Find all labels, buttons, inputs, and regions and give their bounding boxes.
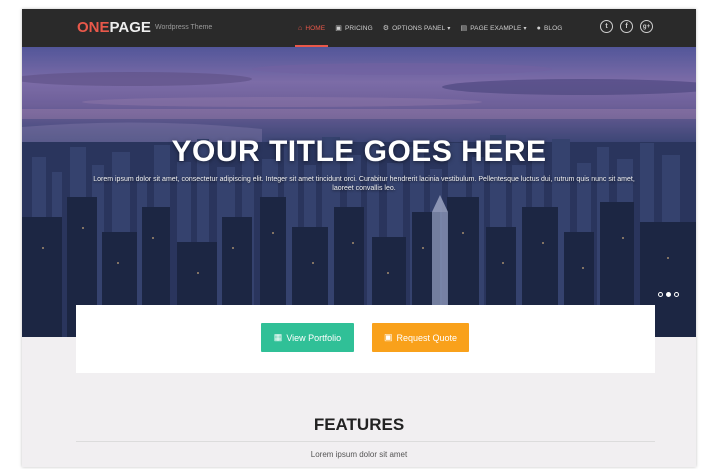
nav-item-blog[interactable]: ● BLOG — [532, 9, 568, 47]
view-portfolio-label: View Portfolio — [286, 332, 342, 343]
logo-one: ONE — [77, 19, 110, 36]
features-title: FEATURES — [313, 415, 405, 434]
chevron-down-icon: ▾ — [523, 25, 527, 32]
hero-slider: YOUR TITLE GOES HERE Lorem ipsum dolor s… — [22, 47, 696, 337]
nav-item-pricing[interactable]: ▣ PRICING — [330, 9, 378, 47]
cart-icon: ▣ — [335, 25, 342, 32]
cta-panel: ▦ View Portfolio ▣ Request Quote — [76, 305, 655, 373]
hero-title: YOUR TITLE GOES HERE — [171, 135, 547, 168]
facebook-icon[interactable]: f — [620, 20, 633, 33]
comment-icon: ● — [536, 24, 541, 32]
hero-text: Lorem ipsum dolor sit amet, consectetur … — [93, 176, 635, 192]
slider-pagination — [658, 292, 679, 297]
cogs-icon: ⚙ — [382, 25, 390, 32]
nav-item-label: OPTIONS PANEL — [392, 24, 446, 32]
view-portfolio-button[interactable]: ▦ View Portfolio — [261, 323, 354, 352]
file-icon: ▤ — [460, 25, 468, 32]
home-icon: ⌂ — [298, 24, 303, 32]
logo[interactable]: ONEPAGE — [77, 20, 151, 36]
nav-item-home[interactable]: ⌂ HOME — [293, 9, 330, 47]
navbar: ONEPAGE Wordpress Theme ⌂ HOME ▣ PRICING… — [22, 9, 696, 47]
cart-icon: ▣ — [383, 332, 393, 342]
tagline: Wordpress Theme — [155, 24, 213, 31]
request-quote-button[interactable]: ▣ Request Quote — [372, 323, 469, 352]
slider-dot-active[interactable] — [666, 292, 671, 297]
nav-item-label: PAGE EXAMPLE — [470, 24, 522, 32]
nav-item-options-panel[interactable]: ⚙ OPTIONS PANEL ▾ — [378, 9, 456, 47]
slider-dot[interactable] — [674, 292, 679, 297]
nav-item-label: PRICING — [344, 24, 373, 32]
grid-icon: ▦ — [273, 332, 283, 342]
nav-item-page-example[interactable]: ▤ PAGE EXAMPLE ▾ — [455, 9, 531, 47]
page: ONEPAGE Wordpress Theme ⌂ HOME ▣ PRICING… — [22, 9, 696, 467]
logo-page: PAGE — [109, 19, 151, 36]
main-menu: ⌂ HOME ▣ PRICING ⚙ OPTIONS PANEL ▾ ▤ PAG… — [293, 9, 567, 47]
twitter-icon[interactable]: t — [600, 20, 613, 33]
nav-item-label: BLOG — [543, 24, 563, 32]
slider-dot[interactable] — [658, 292, 663, 297]
features-subtitle: Lorem ipsum dolor sit amet — [310, 450, 408, 459]
nav-item-label: HOME — [305, 24, 326, 32]
request-quote-label: Request Quote — [396, 332, 458, 343]
google-plus-icon[interactable]: g+ — [640, 20, 653, 33]
chevron-down-icon: ▾ — [447, 25, 451, 32]
divider — [76, 441, 655, 442]
